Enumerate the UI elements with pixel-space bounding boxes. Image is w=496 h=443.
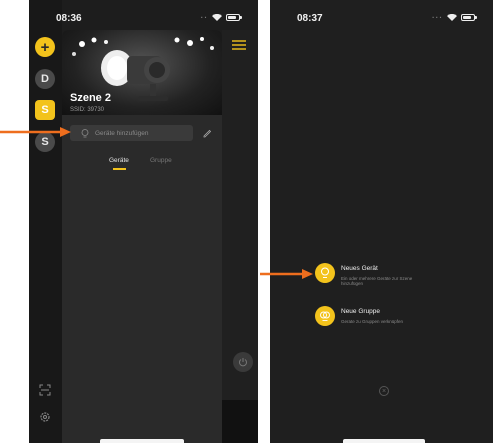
power-icon [239, 358, 247, 367]
scan-icon[interactable] [39, 384, 51, 396]
annotation-arrow-right [260, 269, 313, 279]
rail-item-d[interactable]: D [35, 69, 55, 89]
tab-devices[interactable]: Geräte [109, 157, 129, 164]
rail-item-label: D [41, 73, 49, 85]
scene-rail: + D S S [29, 0, 62, 443]
status-bar: 08:37 ··· [270, 13, 493, 27]
battery-icon [226, 14, 242, 21]
add-scene-button[interactable]: + [35, 37, 55, 57]
tab-groups[interactable]: Gruppe [150, 157, 172, 164]
power-button[interactable] [233, 352, 253, 372]
home-indicator[interactable] [100, 439, 184, 443]
rail-item-label: S [41, 104, 49, 116]
add-devices-field[interactable]: Geräte hinzufügen [70, 125, 193, 141]
status-time: 08:37 [297, 13, 323, 24]
wifi-icon [212, 14, 222, 21]
settings-icon[interactable] [39, 411, 51, 423]
right-phone-screen: 08:37 ··· Neues Gerät Ein oder mehrere G… [270, 0, 493, 443]
menu-icon[interactable] [232, 40, 246, 50]
signal-icon: ·· [200, 13, 208, 22]
scene-panel: Szene 2 SSID: 39730 Geräte hinzufügen Ge… [62, 30, 222, 443]
status-bar: 08:36 ·· [29, 13, 258, 27]
signal-icon: ··· [432, 13, 443, 22]
group-bulb-icon [315, 306, 335, 326]
new-group-item[interactable]: Neue Gruppe Gerate zu Gruppen verknüpfen [315, 306, 421, 326]
add-devices-label: Geräte hinzufügen [95, 129, 149, 137]
new-device-title: Neues Gerät [341, 265, 378, 272]
scene-ssid: SSID: 39730 [70, 107, 105, 113]
new-device-item[interactable]: Neues Gerät Ein oder mehrere Geräte zur … [315, 263, 421, 286]
background-strip [222, 30, 258, 443]
scene-title: Szene 2 [70, 92, 111, 104]
rail-item-s-active[interactable]: S [35, 100, 55, 120]
battery-icon [461, 14, 477, 21]
close-icon[interactable]: × [379, 386, 389, 396]
new-device-subtitle: Ein oder mehrere Geräte zur Szene hinzuf… [341, 276, 413, 286]
left-phone-screen: + D S S 08:36 ·· Szene 2 SSID: 39730 Ger… [29, 0, 258, 443]
plus-icon: + [40, 38, 50, 56]
status-time: 08:36 [56, 13, 82, 24]
new-group-subtitle: Gerate zu Gruppen verknüpfen [341, 319, 404, 324]
background-block [222, 400, 258, 443]
new-group-title: Neue Gruppe [341, 308, 381, 315]
bulb-icon [81, 128, 89, 137]
edit-icon[interactable] [202, 128, 212, 138]
home-indicator[interactable] [343, 439, 425, 443]
active-tab-indicator [113, 168, 126, 170]
annotation-arrow-left [0, 127, 71, 137]
wifi-icon [447, 14, 457, 21]
bulb-icon [315, 263, 335, 283]
